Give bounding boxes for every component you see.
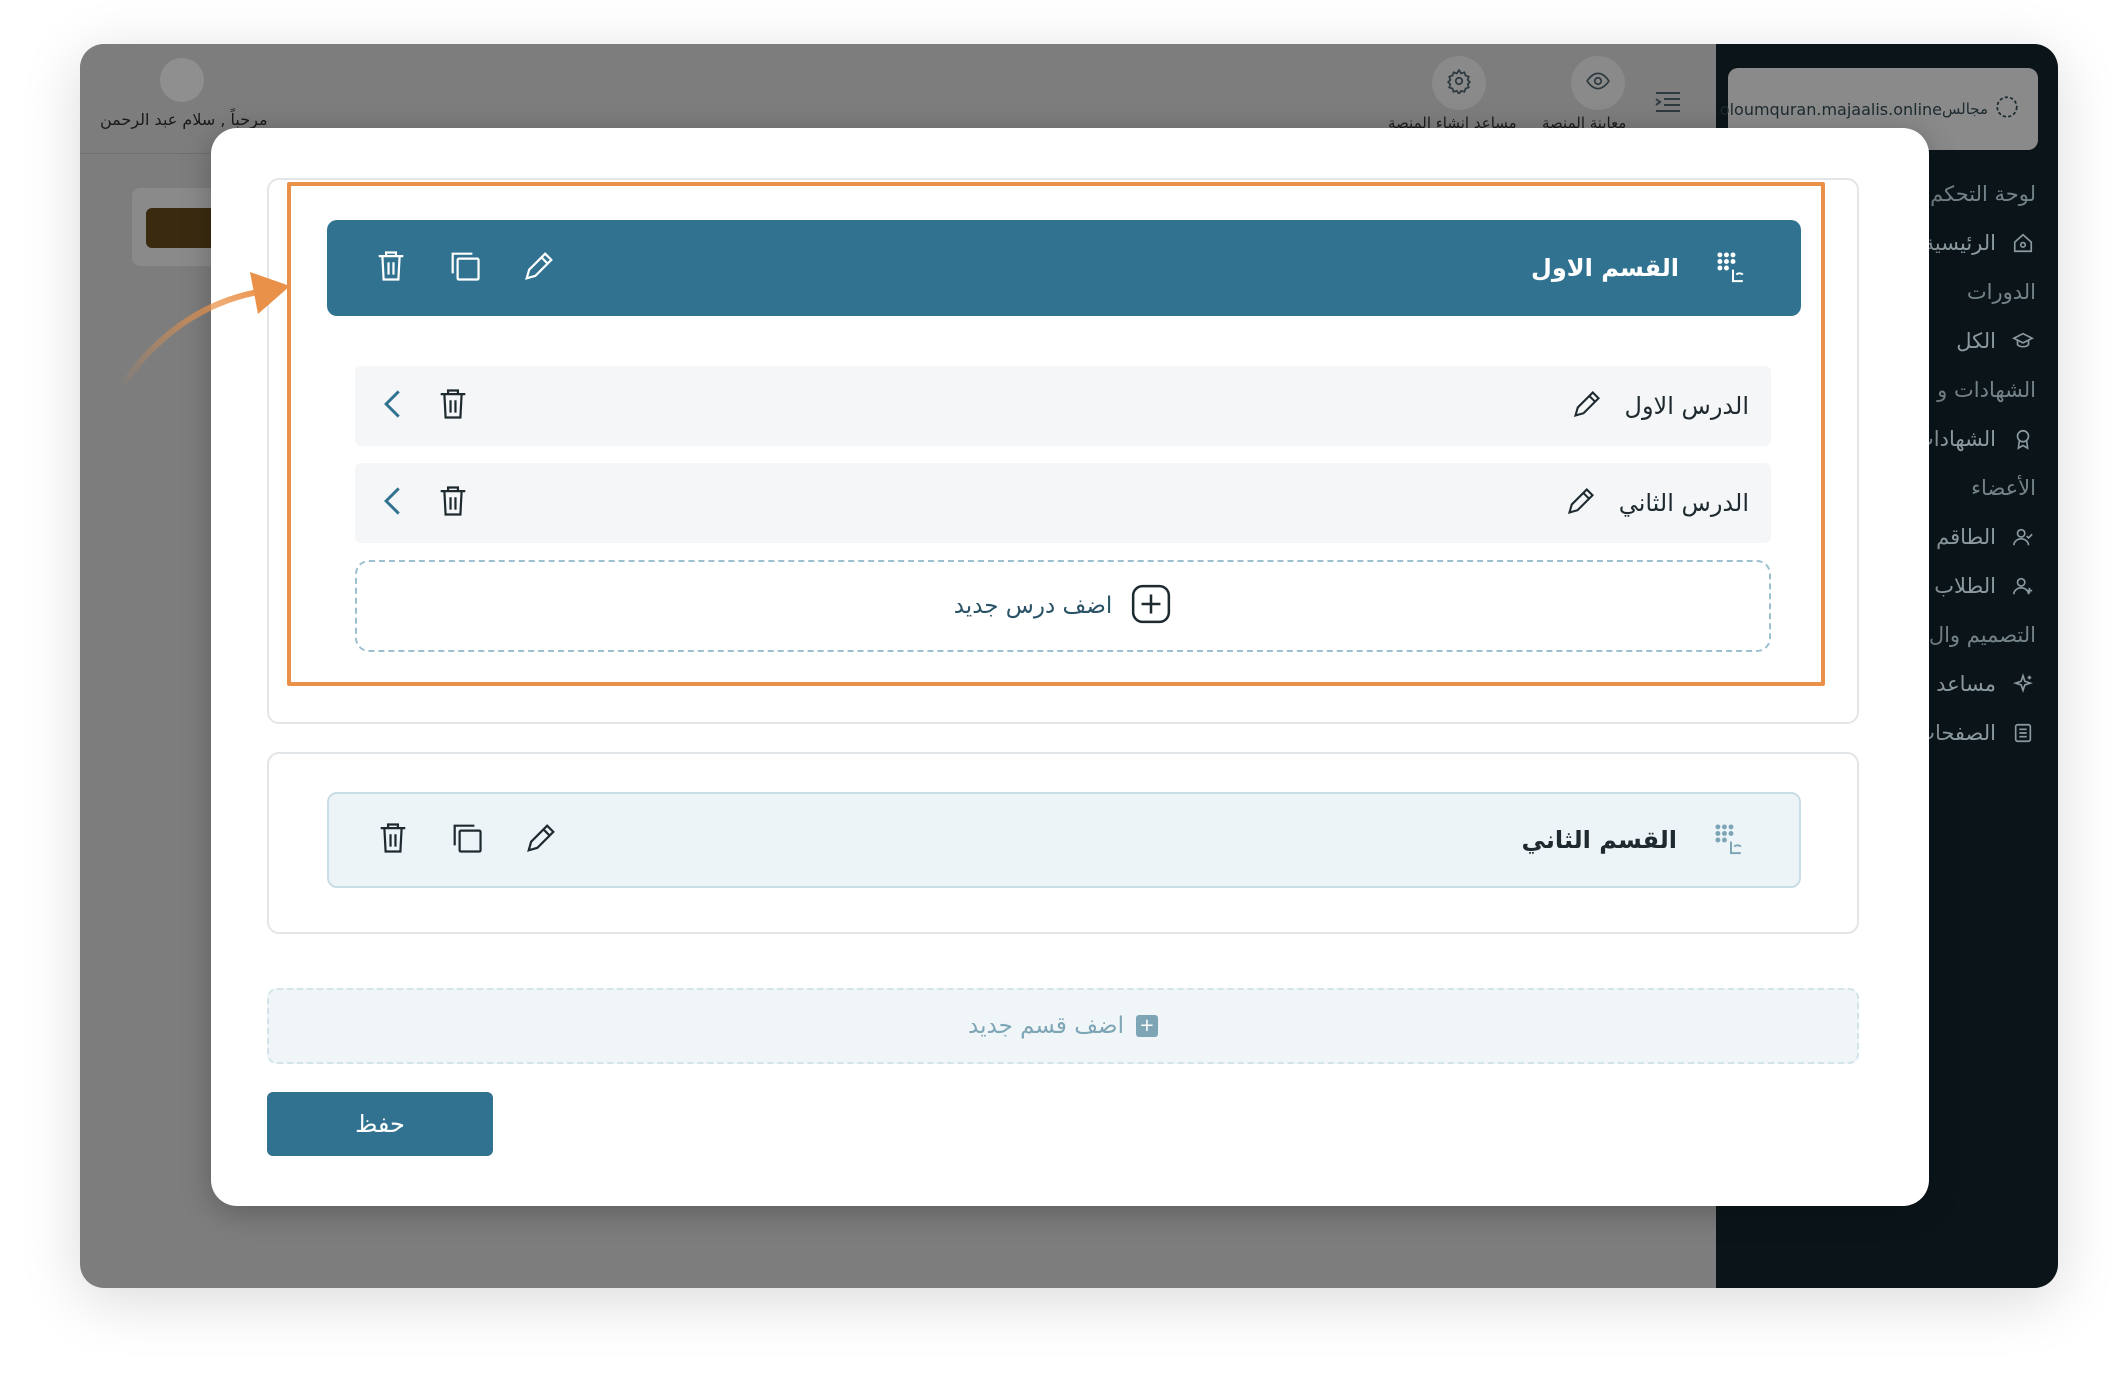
- page-icon: [2010, 720, 2036, 746]
- add-section-label: اضف قسم جديد: [968, 1013, 1124, 1039]
- trash-icon: [376, 250, 406, 286]
- gear-icon: [1446, 68, 1472, 98]
- open-lesson-button[interactable]: [375, 388, 411, 424]
- logo-icon: [1994, 94, 2020, 124]
- lesson-row-1[interactable]: الدرس الاول: [355, 366, 1771, 446]
- lesson-name-2: الدرس الثاني: [1618, 489, 1749, 517]
- sections-modal: القسم الاول الدرس الاول الدرس الثاني اضف…: [211, 128, 1929, 1206]
- sparkles-icon: [2010, 671, 2036, 697]
- edit-section-button[interactable]: [523, 822, 559, 858]
- site-domain: oloumquran.majaalis.online: [1719, 99, 1943, 119]
- edit-lesson-button[interactable]: [1563, 485, 1599, 521]
- menu-toggle-button[interactable]: [1654, 90, 1682, 118]
- delete-lesson-button[interactable]: [435, 485, 471, 521]
- plus-icon: +: [1135, 1015, 1158, 1037]
- annotation-arrow-icon: [117, 272, 290, 391]
- section-header-1[interactable]: القسم الاول: [327, 220, 1801, 316]
- delete-section-button[interactable]: [375, 822, 411, 858]
- edit-lesson-button[interactable]: [1569, 388, 1605, 424]
- chevron-left-icon: [381, 485, 405, 521]
- pencil-icon: [1566, 486, 1596, 520]
- trash-icon: [438, 388, 468, 424]
- lesson-name-1: الدرس الاول: [1624, 392, 1749, 420]
- preview-button[interactable]: [1571, 56, 1625, 110]
- brand-logo: مجالس: [1942, 94, 2020, 124]
- trash-icon: [438, 485, 468, 521]
- home-icon: [2010, 230, 2036, 256]
- duplicate-section-button[interactable]: [447, 250, 483, 286]
- add-lesson-button[interactable]: اضف درس جديد: [355, 560, 1771, 652]
- copy-icon: [449, 250, 481, 286]
- pencil-icon: [525, 822, 557, 858]
- section-title-2: القسم الثاني: [1521, 826, 1677, 854]
- duplicate-section-button[interactable]: [449, 822, 485, 858]
- delete-lesson-button[interactable]: [435, 388, 471, 424]
- chevron-left-icon: [381, 388, 405, 424]
- open-lesson-button[interactable]: [375, 485, 411, 521]
- drag-handle-icon[interactable]: [1713, 822, 1749, 858]
- section-title-1: القسم الاول: [1531, 254, 1679, 282]
- edit-section-button[interactable]: [521, 250, 557, 286]
- pencil-icon: [523, 250, 555, 286]
- save-button[interactable]: حفظ: [267, 1092, 493, 1156]
- lesson-row-2[interactable]: الدرس الثاني: [355, 463, 1771, 543]
- brand-name: مجالس: [1942, 100, 1988, 118]
- menu-icon: [1654, 92, 1682, 118]
- trash-icon: [378, 822, 408, 858]
- section-header-2[interactable]: القسم الثاني: [327, 792, 1801, 888]
- user-plus-icon: [2010, 573, 2036, 599]
- copy-icon: [451, 822, 483, 858]
- welcome-text: مرحباً , سلام عبد الرحمن: [100, 110, 268, 129]
- drag-handle-icon[interactable]: [1715, 250, 1751, 286]
- graduation-cap-icon: [2010, 328, 2036, 354]
- settings-button[interactable]: [1432, 56, 1486, 110]
- pencil-icon: [1572, 389, 1602, 423]
- eye-icon: [1585, 68, 1611, 98]
- delete-section-button[interactable]: [373, 250, 409, 286]
- plus-square-icon: [1130, 583, 1172, 629]
- avatar[interactable]: [160, 58, 204, 102]
- add-lesson-label: اضف درس جديد: [953, 593, 1113, 619]
- add-section-button[interactable]: + اضف قسم جديد: [267, 988, 1859, 1064]
- user-check-icon: [2010, 524, 2036, 550]
- award-icon: [2010, 426, 2036, 452]
